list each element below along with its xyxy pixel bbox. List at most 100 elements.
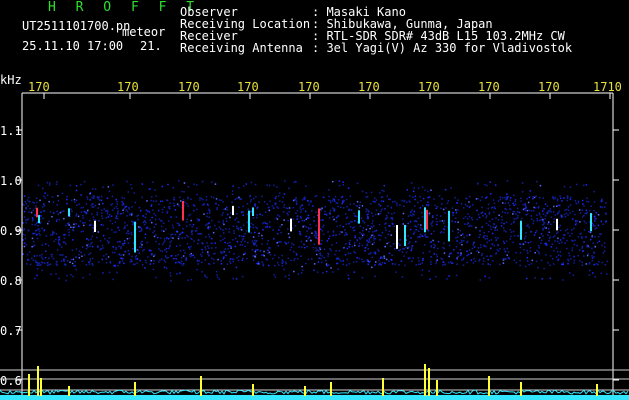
noise-pixel <box>480 212 482 214</box>
noise-pixel <box>287 233 290 235</box>
noise-pixel <box>185 257 187 259</box>
noise-pixel <box>220 228 222 230</box>
noise-pixel <box>384 207 386 210</box>
noise-pixel <box>158 218 161 220</box>
noise-pixel <box>161 185 163 188</box>
noise-pixel <box>92 188 94 190</box>
noise-pixel <box>266 243 269 245</box>
noise-pixel <box>517 207 519 210</box>
noise-pixel <box>216 274 218 276</box>
noise-pixel <box>527 201 530 204</box>
noise-pixel <box>127 242 130 244</box>
noise-pixel <box>97 207 99 209</box>
noise-pixel <box>553 235 556 237</box>
noise-pixel <box>349 252 352 255</box>
noise-pixel <box>349 195 352 197</box>
noise-pixel <box>581 247 583 249</box>
noise-pixel <box>117 264 119 267</box>
noise-pixel <box>140 242 142 245</box>
noise-pixel <box>427 236 429 238</box>
noise-pixel <box>506 247 509 250</box>
noise-pixel <box>86 196 88 198</box>
noise-pixel <box>488 213 490 215</box>
noise-pixel <box>246 257 248 260</box>
noise-pixel <box>36 233 38 236</box>
noise-pixel <box>234 219 236 221</box>
noise-pixel <box>190 252 193 255</box>
noise-pixel <box>601 244 603 247</box>
noise-pixel <box>440 207 442 210</box>
noise-pixel <box>389 245 392 248</box>
noise-pixel <box>546 211 548 213</box>
noise-pixel <box>179 196 181 198</box>
noise-pixel <box>498 214 500 216</box>
noise-pixel <box>345 198 348 201</box>
noise-pixel <box>235 217 238 219</box>
noise-pixel <box>327 199 330 202</box>
noise-pixel <box>42 206 44 208</box>
noise-pixel <box>158 243 160 245</box>
noise-pixel <box>106 197 109 199</box>
noise-pixel <box>347 222 350 225</box>
noise-pixel <box>353 261 355 263</box>
noise-pixel <box>311 258 313 260</box>
noise-pixel <box>91 235 93 238</box>
noise-pixel <box>269 226 271 228</box>
noise-pixel <box>346 247 349 250</box>
noise-pixel <box>240 226 242 229</box>
noise-pixel <box>63 217 65 220</box>
noise-pixel <box>254 243 256 245</box>
noise-pixel <box>391 259 393 261</box>
noise-pixel <box>256 207 258 210</box>
noise-pixel <box>42 258 44 260</box>
noise-pixel <box>187 236 189 238</box>
noise-pixel <box>487 224 490 226</box>
noise-pixel <box>181 256 183 259</box>
noise-pixel <box>131 212 133 215</box>
noise-pixel <box>89 273 91 276</box>
noise-pixel <box>205 196 208 198</box>
noise-pixel <box>419 263 422 265</box>
noise-pixel <box>485 222 488 225</box>
noise-pixel <box>475 198 478 200</box>
noise-pixel <box>337 215 340 217</box>
noise-pixel <box>513 234 516 237</box>
noise-pixel <box>455 274 458 277</box>
noise-pixel <box>138 246 141 248</box>
noise-pixel <box>38 230 41 232</box>
noise-pixel <box>600 233 602 235</box>
noise-pixel <box>315 236 317 239</box>
noise-pixel <box>201 248 203 251</box>
noise-pixel <box>368 241 370 243</box>
noise-pixel <box>255 253 257 256</box>
noise-pixel <box>455 237 457 239</box>
noise-pixel <box>401 251 404 253</box>
noise-pixel <box>163 241 165 244</box>
noise-pixel <box>549 236 552 238</box>
noise-pixel <box>190 231 193 234</box>
noise-pixel <box>57 240 60 242</box>
noise-pixel <box>574 239 576 242</box>
noise-pixel <box>177 261 179 263</box>
noise-pixel <box>363 234 365 236</box>
noise-pixel <box>301 269 304 271</box>
noise-pixel <box>59 211 62 214</box>
noise-pixel <box>385 217 387 220</box>
noise-pixel <box>285 242 287 245</box>
noise-pixel <box>486 196 488 198</box>
noise-pixel <box>86 244 88 247</box>
noise-pixel <box>323 256 325 259</box>
noise-pixel <box>56 204 58 206</box>
noise-pixel <box>493 202 496 205</box>
noise-pixel <box>91 196 93 199</box>
noise-pixel <box>301 204 303 206</box>
noise-pixel <box>89 258 91 260</box>
noise-pixel <box>111 229 113 231</box>
noise-pixel <box>401 276 404 278</box>
noise-pixel <box>448 244 451 247</box>
noise-pixel <box>107 256 110 258</box>
noise-pixel <box>443 222 445 224</box>
noise-pixel <box>479 258 481 261</box>
noise-pixel <box>506 197 508 200</box>
noise-pixel <box>81 246 84 248</box>
